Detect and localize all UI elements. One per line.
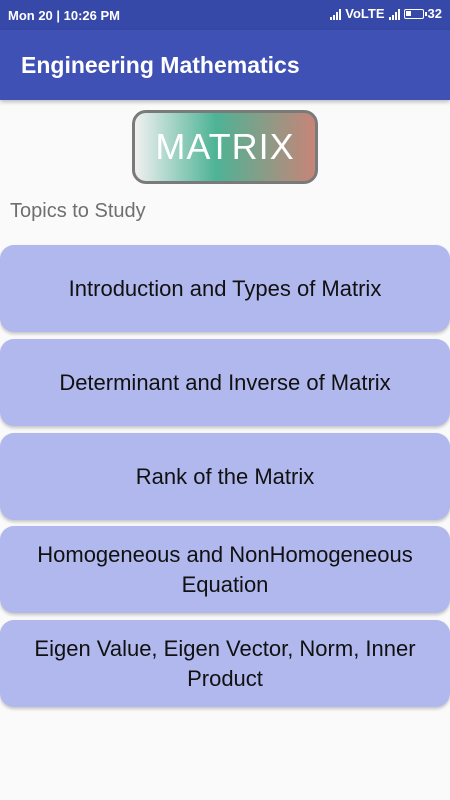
- matrix-header-badge: MATRIX: [132, 110, 318, 184]
- topic-button-determinant[interactable]: Determinant and Inverse of Matrix: [0, 339, 450, 426]
- battery-level: 32: [427, 6, 442, 21]
- battery-fill: [405, 10, 411, 16]
- topic-button-equations[interactable]: Homogeneous and NonHomogeneous Equation: [0, 526, 450, 613]
- app-bar: Engineering Mathematics: [0, 30, 450, 100]
- topic-button-intro[interactable]: Introduction and Types of Matrix: [0, 245, 450, 332]
- network-label: VoLTE: [345, 6, 385, 21]
- section-label: Topics to Study: [10, 200, 146, 222]
- topic-button-eigen[interactable]: Eigen Value, Eigen Vector, Norm, Inner P…: [0, 620, 450, 707]
- signal-icon-2: [388, 8, 400, 20]
- status-icons: VoLTE 32: [330, 6, 442, 21]
- status-bar: Mon 20 | 10:26 PM VoLTE 32: [0, 0, 450, 30]
- status-time: Mon 20 | 10:26 PM: [8, 8, 121, 23]
- app-title: Engineering Mathematics: [21, 52, 300, 78]
- signal-icon: [330, 8, 342, 20]
- topic-button-rank[interactable]: Rank of the Matrix: [0, 433, 450, 520]
- battery-icon: [403, 8, 427, 19]
